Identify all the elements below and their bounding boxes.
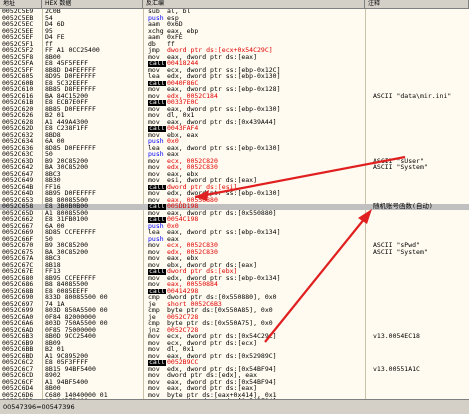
row-operand: eax, dword ptr ss:[ebp-0x134]: [167, 228, 281, 236]
table-row[interactable]: 0052C675 BA 30C85200 mov edx, 0052C830 ASCII…: [0, 247, 469, 256]
row-comment: ASCII "data\mir.ini": [373, 91, 452, 100]
table-row[interactable]: 0052C636 8D85 D0FEFFFF lea eax, dword ptr s…: [0, 143, 469, 152]
table-row[interactable]: 0052C62D E8 C238F1FF call 0043FAF4: [0, 125, 469, 132]
row-comment: ASCII "System": [373, 247, 428, 256]
table-row[interactable]: 0052C690 833D 80085500 00 cmp dword ptr ds:…: [0, 294, 469, 301]
column-hex[interactable]: HEX 数据: [42, 0, 143, 8]
table-row[interactable]: 0052C642 BA 30C85200 mov edx, 0052C830 ASCII…: [0, 163, 469, 171]
table-row[interactable]: 0052C620 8B85 D0FEFFFF mov eax, dword ptr s…: [0, 105, 469, 113]
disassembly-list[interactable]: 0052C5E9 2C0B sub al, bl 0052C5EB 54 push esp 00…: [0, 9, 469, 399]
highlighted-comment: 随机账号函数(自动): [373, 202, 433, 210]
row-comment: v13.00551A1C: [373, 364, 420, 373]
table-row[interactable]: 0052C6B9 8B09 mov ecx, dword ptr ds:[ecx]: [0, 339, 469, 347]
column-disasm[interactable]: 反汇编: [143, 0, 365, 8]
table-row[interactable]: 0052C5EC D4 6D aam 0x6D: [0, 21, 469, 28]
table-row[interactable]: 0052C669 8D85 CCFEFFFF lea eax, dword ptr s…: [0, 228, 469, 236]
row-operand: eax, dword ptr ss:[ebp-0x130]: [167, 143, 281, 152]
table-row[interactable]: 0052C5EB 54 push esp: [0, 14, 469, 22]
column-address[interactable]: 地址: [0, 0, 42, 8]
table-row[interactable]: 0052C662 E8 31FB0100 call 0054C198: [0, 216, 469, 223]
status-bar: 00547396=00547396: [0, 399, 469, 413]
column-header: 地址 HEX 数据 反汇编 注释: [0, 0, 469, 9]
table-row[interactable]: 0052C5EF D4 FE aam 0xFE: [0, 34, 469, 41]
debugger-cpu-window: 地址 HEX 数据 反汇编 注释 0052C5E9 2C0B sub al, bl 00…: [0, 0, 469, 413]
table-row[interactable]: 0052C632 8BD8 mov ebx, eax: [0, 131, 469, 139]
row-comment: v13.0054EC18: [373, 332, 420, 340]
table-row[interactable]: 0052C5E9 2C0B sub al, bl: [0, 9, 469, 15]
row-comment: ASCII "System": [373, 163, 428, 171]
column-comment[interactable]: 注释: [365, 0, 469, 8]
table-row[interactable]: 0052C5EE 95 xchg eax, ebp: [0, 27, 469, 35]
